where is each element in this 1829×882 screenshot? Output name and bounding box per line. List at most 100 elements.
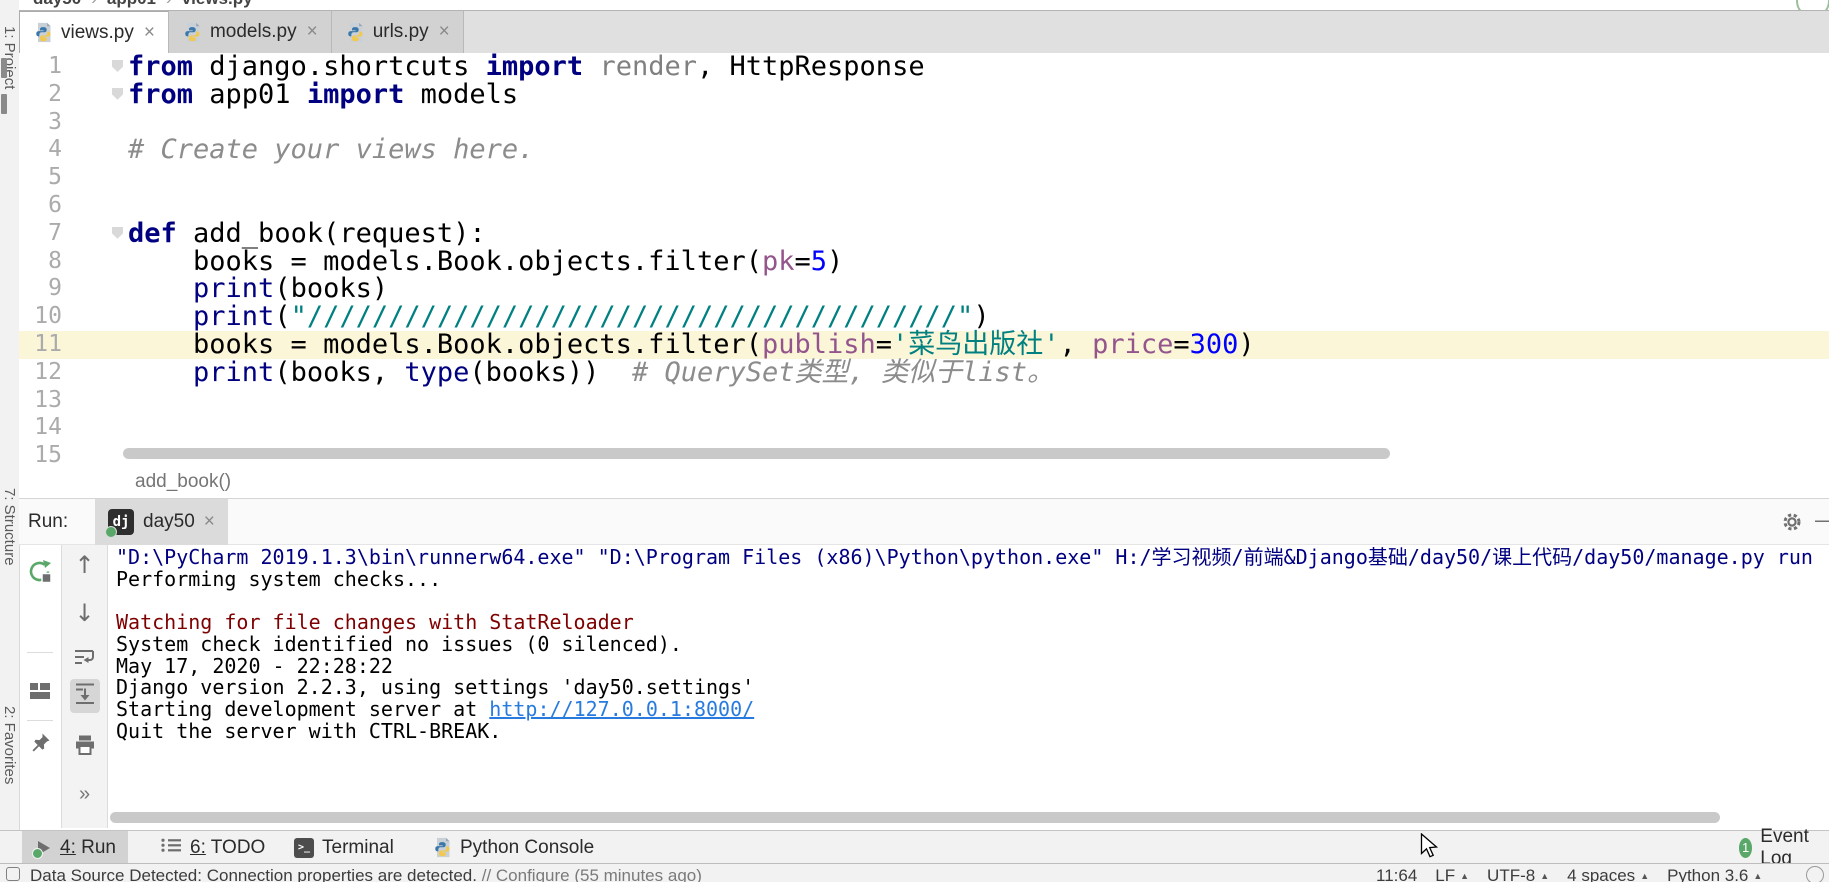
breadcrumb-item[interactable]: day50: [33, 0, 81, 8]
more-icon[interactable]: »: [79, 783, 90, 806]
run-config-tab[interactable]: dj day50 ×: [95, 499, 228, 545]
line-number[interactable]: 10: [19, 303, 62, 331]
method-breadcrumb[interactable]: add_book(): [135, 471, 231, 493]
code-text: def add_book(request):: [128, 220, 486, 248]
code-line[interactable]: 10 print("//////////////////////////////…: [19, 303, 1829, 331]
python-file-icon: [33, 22, 53, 43]
close-icon[interactable]: ×: [307, 21, 318, 43]
scroll-to-end-icon[interactable]: [70, 679, 100, 713]
python-file-icon: [182, 22, 202, 43]
fold-column: [62, 359, 128, 387]
close-icon[interactable]: ×: [204, 511, 215, 533]
run-console[interactable]: "D:\PyCharm 2019.1.3\bin\runnerw64.exe" …: [108, 545, 1829, 810]
down-arrow-icon[interactable]: ↓: [74, 601, 94, 625]
breadcrumb-item[interactable]: views.py: [182, 0, 253, 8]
sidebar-item-favorites[interactable]: 2: Favorites: [1, 706, 18, 784]
toolwindow-python-console-label: Python Console: [460, 837, 594, 859]
code-line[interactable]: 9 print(books): [19, 275, 1829, 303]
close-icon[interactable]: ×: [439, 21, 450, 43]
code-line[interactable]: 2 from app01 import models: [19, 81, 1829, 109]
up-arrow-icon[interactable]: ↑: [74, 553, 94, 577]
fold-marker-icon[interactable]: [112, 60, 123, 72]
fold-column: [62, 275, 128, 303]
rerun-icon[interactable]: [27, 558, 54, 590]
code-line[interactable]: 5: [19, 164, 1829, 192]
toolwindow-python-console[interactable]: Python Console: [420, 831, 606, 864]
code-text: from app01 import models: [128, 81, 518, 109]
indent-selector[interactable]: 4 spaces▲: [1567, 866, 1649, 882]
line-number[interactable]: 13: [19, 387, 62, 415]
hide-icon[interactable]: —: [1815, 507, 1829, 533]
code-line[interactable]: 1 from django.shortcuts import render, Ht…: [19, 53, 1829, 81]
code-editor[interactable]: 1 from django.shortcuts import render, Ht…: [19, 53, 1829, 466]
code-line[interactable]: 3: [19, 109, 1829, 137]
encoding-selector[interactable]: UTF-8▲: [1487, 866, 1549, 882]
fold-column: [62, 164, 128, 192]
fold-column: [62, 220, 128, 248]
status-message[interactable]: Data Source Detected: Connection propert…: [30, 866, 702, 882]
line-number[interactable]: 9: [19, 275, 62, 303]
code-line[interactable]: 6: [19, 192, 1829, 220]
soft-wrap-icon[interactable]: [72, 647, 98, 672]
code-line[interactable]: 11 books = models.Book.objects.filter(pu…: [19, 331, 1829, 359]
line-number[interactable]: 6: [19, 192, 62, 220]
breadcrumb-separator-icon: ›: [91, 0, 97, 8]
code-line[interactable]: 4# Create your views here.: [19, 136, 1829, 164]
running-dot-icon: [105, 526, 117, 538]
gear-icon[interactable]: [1781, 511, 1803, 538]
code-text: print(books, type(books)) # QuerySet类型, …: [128, 359, 1054, 387]
console-line: [116, 590, 1829, 612]
breadcrumb-item[interactable]: app01: [107, 0, 156, 8]
console-horizontal-scrollbar[interactable]: [110, 812, 1720, 823]
print-icon[interactable]: [73, 733, 97, 761]
fold-column: [62, 136, 128, 164]
console-toolbar: ↑ ↓ »: [61, 545, 108, 828]
configure-link[interactable]: // Configure (55 minutes ago): [482, 866, 702, 882]
code-line[interactable]: 14: [19, 414, 1829, 442]
console-line: "D:\PyCharm 2019.1.3\bin\runnerw64.exe" …: [116, 547, 1829, 569]
line-number[interactable]: 8: [19, 248, 62, 276]
pin-icon[interactable]: [28, 731, 52, 760]
layout-icon[interactable]: [28, 680, 52, 707]
up-triangle-icon: ▲: [1540, 871, 1549, 881]
toolwindow-terminal[interactable]: >_ Terminal: [282, 831, 406, 864]
toolwindow-todo[interactable]: 6: TODO: [148, 831, 277, 864]
line-number[interactable]: 2: [19, 81, 62, 109]
console-line: Performing system checks...: [116, 569, 1829, 591]
tab-models-py[interactable]: models.py ×: [169, 11, 332, 53]
sidebar-item-structure[interactable]: 7: Structure: [1, 488, 18, 566]
fold-column: [62, 248, 128, 276]
code-line[interactable]: 7 def add_book(request):: [19, 220, 1829, 248]
toolwindow-terminal-label: Terminal: [322, 837, 394, 859]
interpreter-selector[interactable]: Python 3.6▲: [1667, 866, 1762, 882]
line-number[interactable]: 4: [19, 136, 62, 164]
server-url-link[interactable]: http://127.0.0.1:8000/: [489, 697, 754, 721]
fold-marker-icon[interactable]: [112, 227, 123, 239]
line-number[interactable]: 15: [19, 442, 62, 466]
status-bar: Data Source Detected: Connection propert…: [0, 863, 1829, 882]
code-line[interactable]: 13: [19, 387, 1829, 415]
caret-position[interactable]: 11:64: [1376, 866, 1417, 882]
code-text: from django.shortcuts import render, Htt…: [128, 53, 925, 81]
code-line[interactable]: 8 books = models.Book.objects.filter(pk=…: [19, 248, 1829, 276]
line-number[interactable]: 5: [19, 164, 62, 192]
toolwindow-switcher-icon[interactable]: [6, 867, 20, 881]
line-number[interactable]: 7: [19, 220, 62, 248]
line-number[interactable]: 11: [19, 331, 62, 359]
fold-marker-icon[interactable]: [112, 88, 123, 100]
line-number[interactable]: 12: [19, 359, 62, 387]
code-line[interactable]: 12 print(books, type(books)) # QuerySet类…: [19, 359, 1829, 387]
line-number[interactable]: 3: [19, 109, 62, 137]
toolbar-separator: [27, 652, 53, 653]
line-number[interactable]: 1: [19, 53, 62, 81]
line-number[interactable]: 14: [19, 414, 62, 442]
close-icon[interactable]: ×: [144, 22, 155, 44]
code-text: print(books): [128, 275, 388, 303]
event-log[interactable]: 1 Event Log: [1727, 831, 1829, 864]
tab-views-py[interactable]: views.py ×: [19, 11, 169, 53]
line-ending-selector[interactable]: LF▲: [1435, 866, 1469, 882]
left-toolwindow-stripe: 1: Project 7: Structure 2: Favorites: [0, 0, 20, 882]
tab-urls-py[interactable]: urls.py ×: [332, 11, 464, 53]
toolwindow-run[interactable]: 4: Run: [22, 831, 128, 864]
editor-horizontal-scrollbar[interactable]: [123, 448, 1390, 459]
